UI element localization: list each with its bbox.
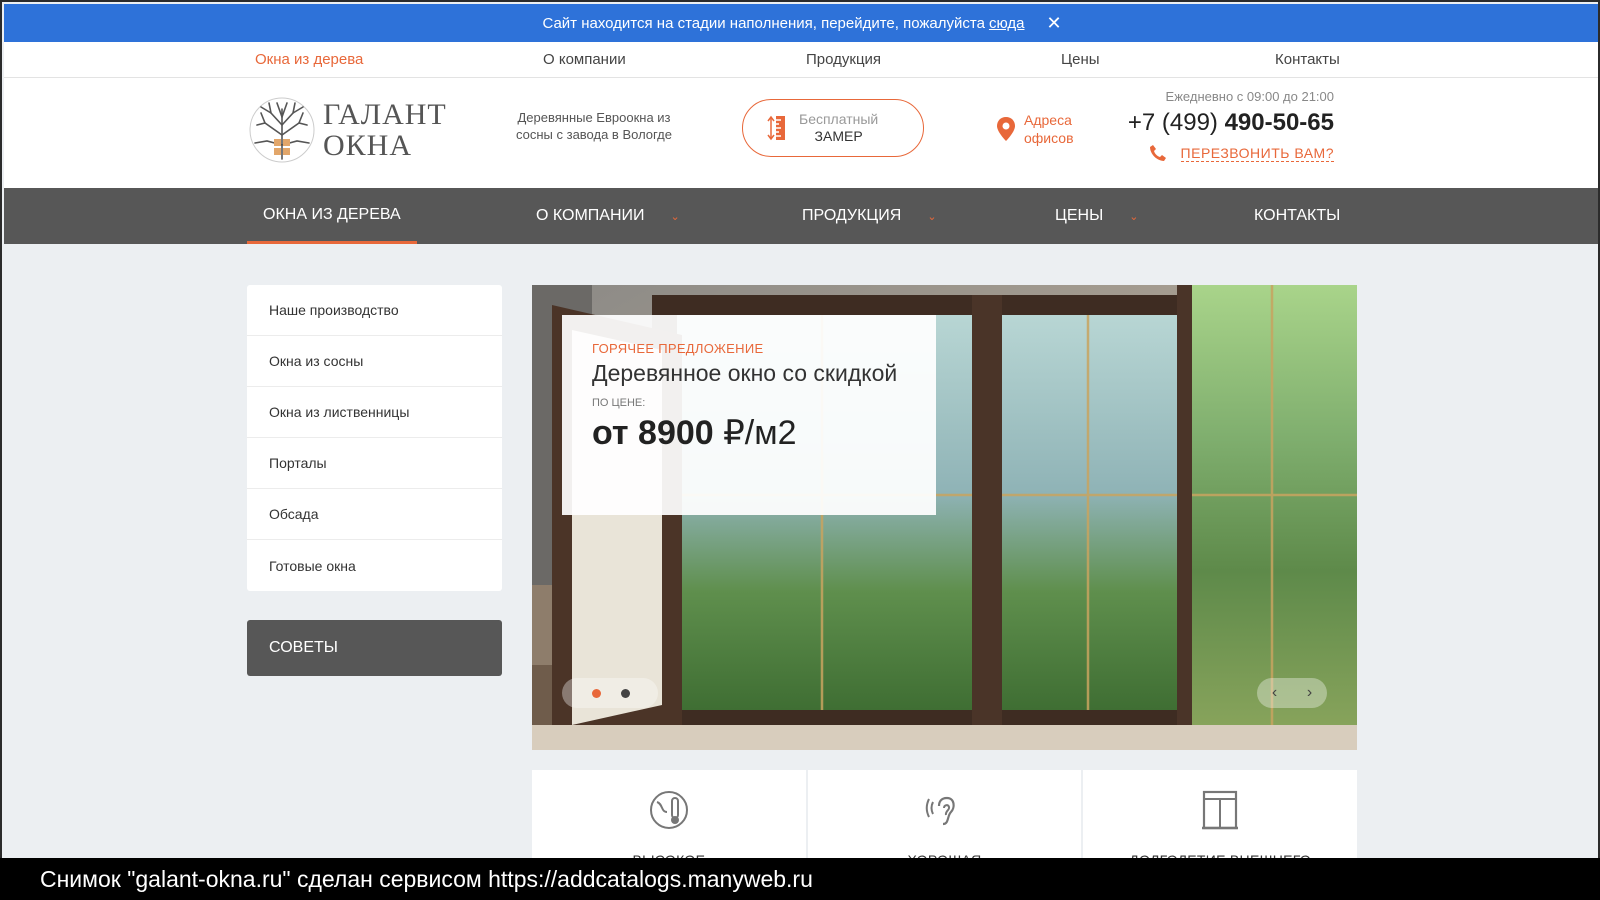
topnav-contacts[interactable]: Контакты	[1275, 51, 1340, 68]
topnav-windows[interactable]: Окна из дерева	[255, 51, 363, 68]
feature-cards: ВЫСОКОЕ ХОРОШАЯ ДОЛГОЛЕТИЕ ВНЕШНЕГО	[532, 770, 1358, 868]
mainnav-contacts[interactable]: КОНТАКТЫ	[1254, 188, 1340, 244]
close-icon[interactable]: ✕	[1046, 13, 1061, 34]
promo-price-label: ПО ЦЕНЕ:	[592, 397, 646, 409]
chevron-right-icon[interactable]: ›	[1307, 684, 1312, 702]
slider-dots	[562, 678, 658, 708]
callback-link[interactable]: ПЕРЕЗВОНИТЬ ВАМ?	[1149, 144, 1334, 162]
mainnav-windows-label: ОКНА ИЗ ДЕРЕВА	[263, 205, 401, 223]
tips-button[interactable]: СОВЕТЫ	[247, 620, 502, 676]
offices-link[interactable]: Адреса офисов	[996, 111, 1074, 147]
sidebar-item-production[interactable]: Наше производство	[247, 285, 502, 336]
logo-line2: ОКНА	[323, 129, 413, 162]
feature-card-3: ДОЛГОЛЕТИЕ ВНЕШНЕГО	[1083, 770, 1358, 868]
mainnav-prices-label: ЦЕНЫ	[1055, 207, 1104, 224]
sidebar-item-ready[interactable]: Готовые окна	[247, 540, 502, 591]
tagline: Деревянные Евроокна из сосны с завода в …	[515, 110, 672, 142]
phone-icon	[1149, 145, 1166, 161]
slider-arrows: ‹ ›	[1257, 678, 1327, 708]
promo-title: Деревянное окно со скидкой	[592, 360, 898, 386]
sidebar-item-portals[interactable]: Порталы	[247, 438, 502, 489]
promo-price-from: от	[592, 414, 629, 452]
phone-main: 490-50-65	[1224, 109, 1334, 136]
promo-price: от 8900 ₽/м2	[592, 413, 906, 453]
chevron-down-icon: ⌄	[1129, 210, 1139, 223]
notice-link[interactable]: сюда	[989, 15, 1025, 32]
window-frame-icon	[1202, 790, 1239, 830]
thermometer-globe-icon	[649, 791, 688, 829]
slider-dot-1[interactable]	[592, 688, 601, 698]
offices-text: Адреса офисов	[1024, 111, 1074, 147]
free-measure-line2: ЗАМЕР	[814, 128, 863, 144]
main-nav: ОКНА ИЗ ДЕРЕВА О КОМПАНИИ ⌄ ПРОДУКЦИЯ ⌄ …	[4, 188, 1598, 244]
promo-hot-label: ГОРЯЧЕЕ ПРЕДЛОЖЕНИЕ	[592, 341, 764, 356]
topnav-prices[interactable]: Цены	[1061, 51, 1100, 68]
mainnav-about[interactable]: О КОМПАНИИ ⌄	[536, 188, 680, 244]
free-measure-button[interactable]: Бесплатный ЗАМЕР	[742, 99, 924, 157]
phone-prefix: +7 (499)	[1127, 109, 1218, 136]
callback-text: ПЕРЕЗВОНИТЬ ВАМ?	[1180, 144, 1334, 162]
promo-price-unit: ₽/м2	[723, 414, 797, 452]
ear-sound-icon	[925, 796, 955, 826]
offices-line1: Адреса	[1024, 112, 1072, 128]
ruler-icon	[767, 115, 785, 141]
mainnav-prices[interactable]: ЦЕНЫ ⌄	[1055, 188, 1138, 244]
chevron-down-icon: ⌄	[927, 210, 937, 223]
mainnav-windows[interactable]: ОКНА ИЗ ДЕРЕВА	[247, 188, 417, 244]
chevron-down-icon: ⌄	[670, 210, 680, 223]
sidebar-item-obsada[interactable]: Обсада	[247, 489, 502, 540]
logo-line1: ГАЛАНТ	[323, 98, 447, 131]
sidebar-item-pine[interactable]: Окна из сосны	[247, 336, 502, 387]
mainnav-about-label: О КОМПАНИИ	[536, 207, 645, 224]
phone-number[interactable]: +7 (499) 490-50-65	[1128, 109, 1334, 137]
working-hours: Ежедневно с 09:00 до 21:00	[1165, 89, 1334, 104]
site-header: ГАЛАНТ ОКНА Деревянные Евроокна из сосны…	[4, 78, 1598, 188]
mainnav-contacts-label: КОНТАКТЫ	[1254, 207, 1341, 224]
tree-logo-icon	[249, 97, 315, 163]
sidebar-item-larch[interactable]: Окна из лиственницы	[247, 387, 502, 438]
topnav-about[interactable]: О компании	[543, 51, 626, 68]
promo-price-value: 8900	[638, 414, 714, 452]
notice-bar: Сайт находится на стадии наполнения, пер…	[4, 4, 1598, 42]
promo-card[interactable]: ГОРЯЧЕЕ ПРЕДЛОЖЕНИЕ Деревянное окно со с…	[562, 315, 936, 515]
slider-dot-2[interactable]	[621, 688, 630, 698]
free-measure-line1: Бесплатный	[799, 111, 879, 127]
mainnav-products-label: ПРОДУКЦИЯ	[802, 207, 902, 224]
page-frame: Сайт находится на стадии наполнения, пер…	[0, 0, 1600, 900]
mainnav-products[interactable]: ПРОДУКЦИЯ ⌄	[802, 188, 937, 244]
map-pin-icon	[997, 117, 1015, 141]
logo-text: ГАЛАНТ ОКНА	[323, 99, 447, 161]
hero-slider: ГОРЯЧЕЕ ПРЕДЛОЖЕНИЕ Деревянное окно со с…	[532, 285, 1357, 750]
offices-line2: офисов	[1024, 130, 1074, 146]
feature-card-2: ХОРОШАЯ	[807, 770, 1082, 868]
feature-card-1: ВЫСОКОЕ	[532, 770, 806, 868]
free-measure-text: Бесплатный ЗАМЕР	[799, 111, 878, 145]
top-nav: Окна из дерева О компании Продукция Цены…	[4, 42, 1598, 78]
screenshot-caption: Снимок "galant-okna.ru" сделан сервисом …	[0, 858, 1600, 900]
chevron-left-icon[interactable]: ‹	[1272, 684, 1277, 702]
logo[interactable]: ГАЛАНТ ОКНА	[247, 95, 447, 165]
sidebar-menu: Наше производство Окна из сосны Окна из …	[247, 285, 502, 591]
notice-text: Сайт находится на стадии наполнения, пер…	[542, 14, 985, 32]
topnav-products[interactable]: Продукция	[806, 51, 881, 68]
